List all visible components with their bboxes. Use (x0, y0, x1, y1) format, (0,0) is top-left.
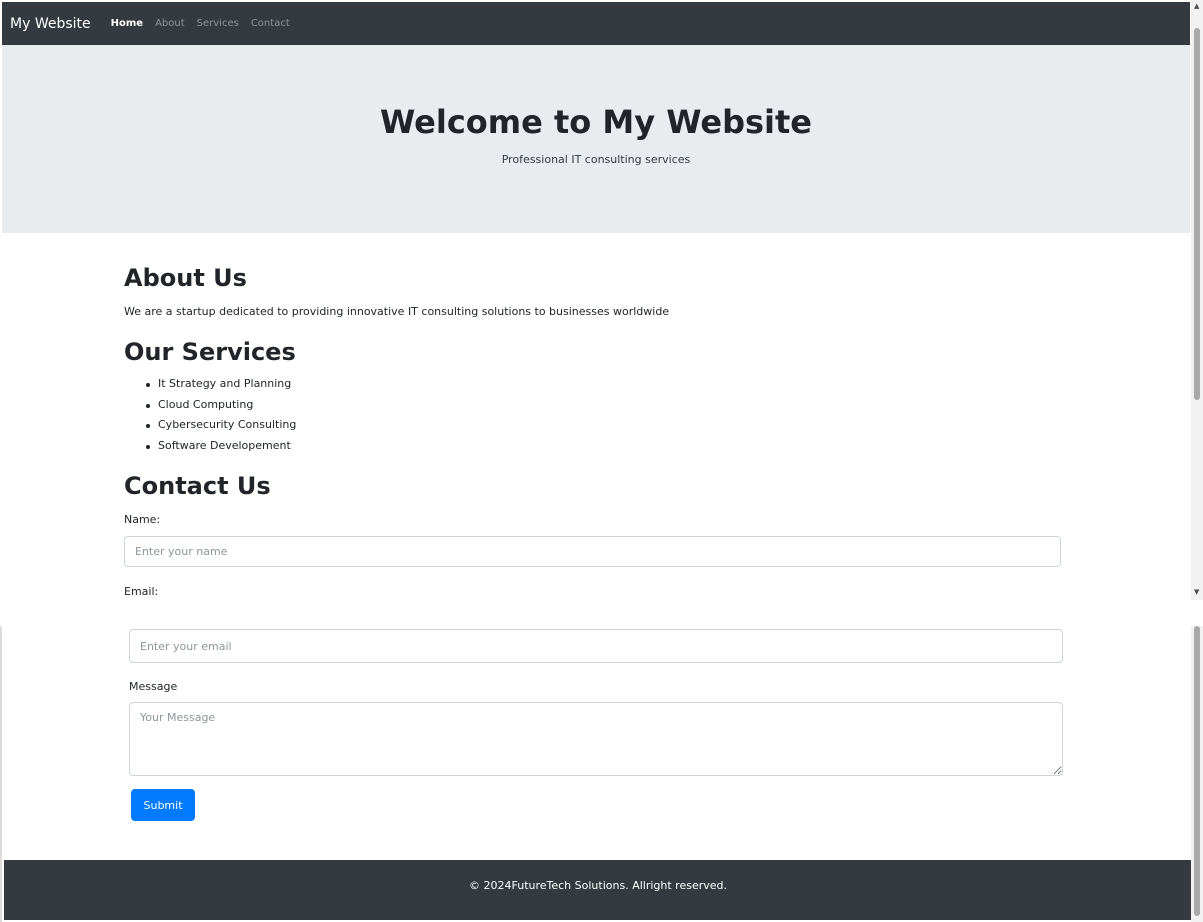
hero-jumbotron: Welcome to My Website Professional IT co… (2, 45, 1190, 233)
page-viewport-top: My Website Home About Services Contact W… (0, 0, 1203, 600)
footer: © 2024FutureTech Solutions. Allright res… (4, 860, 1192, 920)
services-heading: Our Services (124, 338, 296, 366)
page-scrollbar[interactable]: ▲ ▼ (1191, 0, 1203, 600)
hero-subtitle: Professional IT consulting services (501, 153, 691, 166)
nav-link-about[interactable]: About (155, 18, 185, 29)
name-label: Name: (124, 513, 161, 526)
list-item: It Strategy and Planning (142, 377, 296, 398)
contact-heading: Contact Us (124, 472, 271, 500)
nav-link-home[interactable]: Home (111, 18, 143, 29)
submit-button[interactable]: Submit (131, 789, 195, 821)
scrollbar-thumb[interactable] (1194, 28, 1200, 400)
navbar: My Website Home About Services Contact (2, 2, 1190, 45)
scrollbar-thumb[interactable] (1194, 626, 1200, 916)
message-label: Message (129, 680, 178, 693)
about-text: We are a startup dedicated to providing … (124, 305, 670, 318)
nav-link-services[interactable]: Services (197, 18, 239, 29)
list-item: Cloud Computing (142, 398, 296, 419)
scroll-up-icon[interactable]: ▲ (1194, 2, 1199, 10)
footer-copyright: © 2024FutureTech Solutions. Allright res… (469, 879, 727, 892)
navbar-brand[interactable]: My Website (10, 16, 91, 32)
about-heading: About Us (124, 264, 247, 292)
message-textarea[interactable] (129, 702, 1063, 776)
page-viewport-bottom: Message Submit © 2024FutureTech Solution… (0, 626, 1203, 922)
page-scrollbar-lower[interactable] (1191, 626, 1203, 922)
list-item: Software Developement (142, 439, 296, 460)
list-item: Cybersecurity Consulting (142, 418, 296, 439)
email-label: Email: (124, 585, 159, 598)
hero-title: Welcome to My Website (379, 103, 812, 141)
email-input[interactable] (129, 629, 1063, 663)
nav-link-contact[interactable]: Contact (251, 18, 290, 29)
name-input[interactable] (124, 536, 1061, 567)
scroll-down-icon[interactable]: ▼ (1194, 588, 1199, 596)
services-list: It Strategy and Planning Cloud Computing… (142, 377, 296, 459)
